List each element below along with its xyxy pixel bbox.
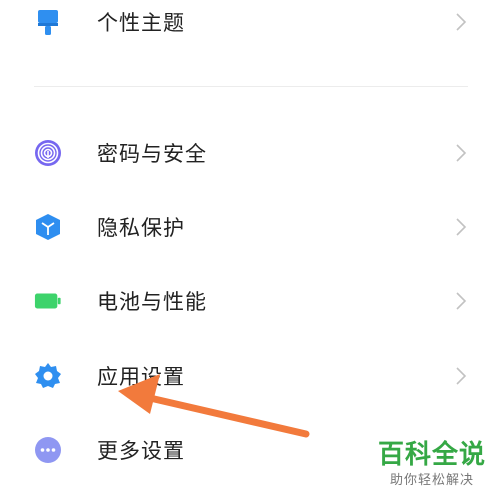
settings-item-label: 个性主题	[97, 11, 185, 35]
battery-icon	[34, 287, 62, 315]
chevron-right-icon	[455, 13, 467, 31]
gear-icon	[34, 362, 62, 390]
chevron-right-icon	[455, 144, 467, 162]
chevron-right-icon	[455, 218, 467, 236]
section-divider	[34, 86, 468, 87]
fingerprint-icon	[34, 139, 62, 167]
settings-item-label: 密码与安全	[97, 142, 207, 166]
more-dots-icon	[34, 436, 62, 464]
chevron-right-icon	[455, 367, 467, 385]
settings-item-label: 隐私保护	[97, 216, 185, 240]
settings-item-apps[interactable]: 应用设置	[0, 346, 500, 406]
settings-item-theme[interactable]: 个性主题	[0, 0, 500, 52]
settings-item-label: 电池与性能	[97, 290, 207, 314]
settings-item-battery[interactable]: 电池与性能	[0, 271, 500, 331]
settings-screen: 个性主题 密码与安全 隐私保护 电池与性能 应用设置 更多设置 百科全说 助你轻…	[0, 0, 500, 500]
settings-item-security[interactable]: 密码与安全	[0, 123, 500, 183]
watermark-title: 百科全说	[377, 440, 486, 470]
settings-item-label: 应用设置	[97, 365, 185, 389]
chevron-right-icon	[455, 292, 467, 310]
settings-item-label: 更多设置	[97, 439, 185, 463]
watermark-logo: 百科全说 助你轻松解决	[376, 440, 488, 496]
settings-item-privacy[interactable]: 隐私保护	[0, 197, 500, 257]
paintbrush-icon	[34, 8, 62, 36]
privacy-shield-icon	[34, 213, 62, 241]
watermark-subtitle: 助你轻松解决	[389, 473, 474, 488]
